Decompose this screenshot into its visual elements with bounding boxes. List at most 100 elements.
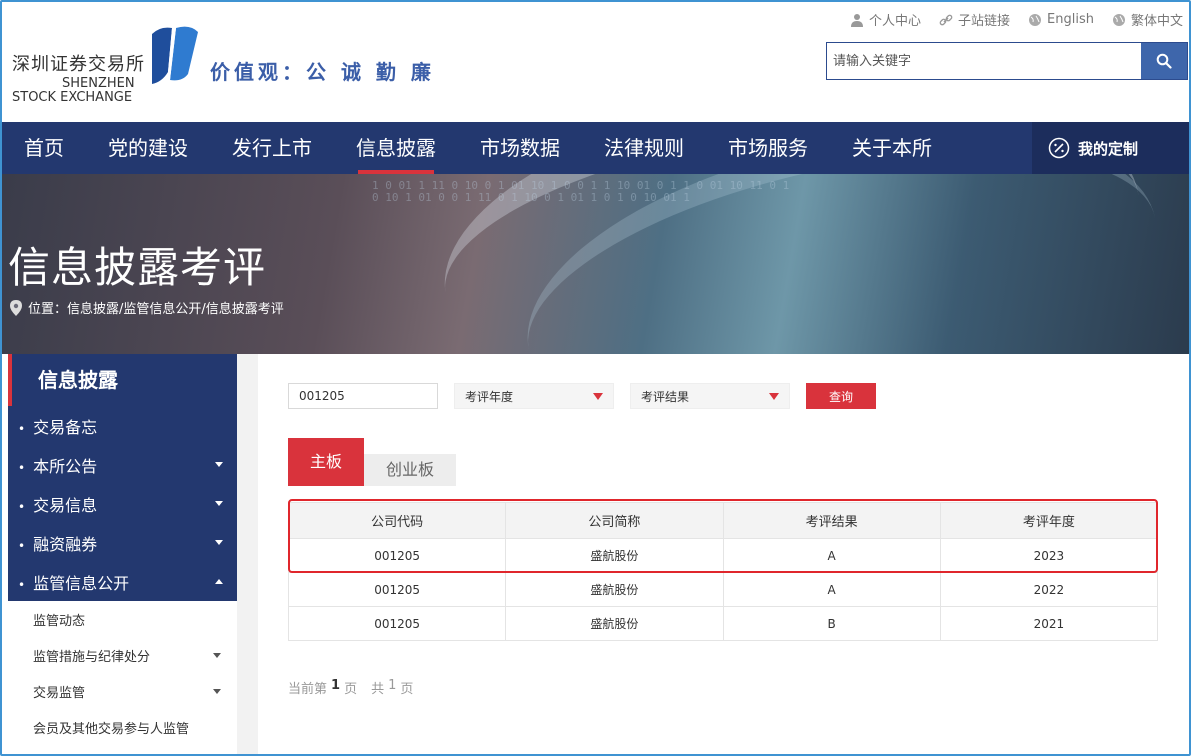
site-header: 深圳证券交易所 SHENZHEN STOCK EXCHANGE 价值观：公 诚 …	[2, 2, 1189, 122]
sidebar-item-margin-trading[interactable]: 融资融券	[8, 523, 237, 562]
nav-home[interactable]: 首页	[2, 122, 86, 174]
location-pin-icon	[10, 299, 22, 316]
company-code-input[interactable]	[288, 383, 438, 409]
result-select[interactable]: 考评结果	[630, 383, 790, 409]
nav-services[interactable]: 市场服务	[706, 122, 830, 174]
pager-total-pages: 1	[388, 678, 397, 693]
sidebar-item-label: 本所公告	[18, 453, 97, 477]
table-cell: 盛航股份	[505, 572, 724, 607]
chevron-down-icon	[215, 462, 223, 467]
my-custom-label: 我的定制	[1078, 139, 1139, 158]
pager-total-prefix: 共	[371, 682, 385, 697]
szse-logo[interactable]: 深圳证券交易所 SHENZHEN STOCK EXCHANGE	[12, 24, 202, 105]
table-cell: B	[722, 606, 941, 641]
table-cell: 001205	[287, 572, 507, 607]
logo-emblem-icon	[152, 26, 198, 85]
browser-frame: 深圳证券交易所 SHENZHEN STOCK EXCHANGE 价值观：公 诚 …	[0, 0, 1191, 756]
chevron-down-icon	[213, 688, 221, 694]
sidebar-item-regulatory-info[interactable]: 监管信息公开	[8, 562, 237, 601]
sidebar-item-trading-memo[interactable]: 交易备忘	[8, 406, 237, 445]
link-english[interactable]: English	[1028, 10, 1094, 29]
pager-current-page: 1	[331, 678, 341, 693]
table-cell: 2023	[939, 538, 1159, 573]
tab-chinext[interactable]: 创业板	[364, 454, 457, 486]
column-header: 考评年度	[939, 502, 1159, 539]
search-button[interactable]	[1141, 43, 1187, 79]
link-personal-center[interactable]: 个人中心	[850, 10, 921, 29]
main-nav: 首页 党的建设 发行上市 信息披露 市场数据 法律规则 市场服务 关于本所 我的…	[2, 122, 1189, 174]
link-personal-center-label: 个人中心	[869, 14, 922, 29]
breadcrumb-text[interactable]: 位置：信息披露/监管信息公开/信息披露考评	[28, 298, 284, 317]
table-row: 001205 盛航股份 B 2021	[287, 606, 1159, 641]
sidebar-subitem-regulatory-news[interactable]: 监管动态	[8, 601, 237, 637]
sidebar-item-trading-info[interactable]: 交易信息	[8, 484, 237, 523]
query-button[interactable]: 查询	[806, 383, 876, 409]
link-traditional-chinese[interactable]: 繁体中文	[1112, 10, 1183, 29]
link-traditional-chinese-label: 繁体中文	[1130, 14, 1183, 29]
pager-total-suffix: 页	[400, 682, 414, 697]
customize-icon	[1048, 137, 1070, 159]
sidebar-item-label: 交易备忘	[18, 414, 97, 438]
year-select-value: 考评年度	[465, 389, 514, 404]
board-tabs: 主板 创业板	[288, 438, 457, 486]
nav-listing[interactable]: 发行上市	[210, 122, 334, 174]
sidebar-subitem-label: 会员及其他交易参与人监管	[33, 721, 190, 737]
banner-digits-decoration: 1 0 01 1 11 0 10 0 1 01 10 1 0 0 1 1 10 …	[372, 179, 790, 204]
chevron-down-icon	[215, 540, 223, 545]
column-header: 公司代码	[287, 502, 507, 539]
sidebar-subitem-label: 交易监管	[33, 685, 86, 701]
sidebar-subitem-trading-supervision[interactable]: 交易监管	[8, 673, 237, 709]
nav-disclosure[interactable]: 信息披露	[334, 122, 458, 174]
sidebar-item-label: 融资融券	[18, 531, 97, 555]
pager-page-word: 页	[344, 682, 358, 697]
site-search	[826, 42, 1188, 80]
nav-rules[interactable]: 法律规则	[582, 122, 706, 174]
my-custom-button[interactable]: 我的定制	[1032, 122, 1189, 174]
table-cell: 2021	[939, 606, 1159, 641]
tab-main-board[interactable]: 主板	[288, 438, 365, 486]
sidebar-subitem-measures-discipline[interactable]: 监管措施与纪律处分	[8, 637, 237, 673]
table-cell: A	[722, 572, 941, 607]
table-header-row: 公司代码 公司简称 考评结果 考评年度	[287, 502, 1159, 539]
table-cell: 盛航股份	[505, 538, 724, 573]
link-english-label: English	[1047, 12, 1094, 27]
link-subsites-label: 子站链接	[958, 14, 1011, 29]
logo-chinese-name: 深圳证券交易所	[12, 54, 145, 75]
filter-bar: 考评年度 考评结果 查询	[288, 383, 876, 409]
breadcrumb: 位置：信息披露/监管信息公开/信息披露考评	[10, 298, 284, 317]
user-icon	[851, 13, 863, 27]
table-cell: A	[722, 538, 941, 573]
dropdown-arrow-icon	[593, 392, 603, 400]
link-subsites[interactable]: 子站链接	[939, 10, 1010, 29]
page-title: 信息披露考评	[8, 243, 267, 292]
nav-about[interactable]: 关于本所	[830, 122, 954, 174]
chevron-down-icon	[213, 652, 221, 658]
nav-party-building[interactable]: 党的建设	[86, 122, 210, 174]
sidebar-subitem-label: 监管措施与纪律处分	[33, 649, 151, 665]
search-input[interactable]	[827, 43, 1141, 79]
globe-icon	[1029, 13, 1042, 26]
chevron-down-icon	[215, 501, 223, 506]
sidebar-subitem-label: 监管动态	[33, 613, 86, 629]
sidebar-item-label: 交易信息	[18, 492, 97, 516]
globe-icon	[1112, 13, 1125, 26]
slogan: 价值观：公 诚 勤 廉	[210, 60, 435, 84]
sidebar-item-announcements[interactable]: 本所公告	[8, 445, 237, 484]
page-banner: 1 0 01 1 11 0 10 0 1 01 10 1 0 0 1 1 10 …	[2, 174, 1189, 354]
evaluation-table: 公司代码 公司简称 考评结果 考评年度 001205 盛航股份 A 2023 0…	[287, 502, 1159, 641]
sidebar: 信息披露 交易备忘 本所公告 交易信息 融资融券 监管信息公开 监	[8, 354, 237, 754]
table-row: 001205 盛航股份 A 2022	[287, 572, 1159, 607]
sidebar-group: 交易备忘 本所公告 交易信息 融资融券 监管信息公开	[8, 406, 237, 601]
year-select[interactable]: 考评年度	[454, 383, 614, 409]
chevron-up-icon	[215, 579, 223, 584]
column-header: 考评结果	[722, 502, 941, 539]
logo-english-line2: STOCK EXCHANGE	[12, 90, 133, 105]
search-icon	[1156, 53, 1172, 69]
table-row: 001205 盛航股份 A 2023	[287, 538, 1159, 573]
logo-english-line1: SHENZHEN	[62, 76, 135, 91]
pagination: 当前第 1 页 共 1 页	[288, 678, 413, 697]
sidebar-item-label: 监管信息公开	[18, 570, 129, 594]
sidebar-subitem-member-supervision[interactable]: 会员及其他交易参与人监管	[8, 709, 237, 745]
nav-market-data[interactable]: 市场数据	[458, 122, 582, 174]
main-content: 考评年度 考评结果 查询 主板 创业板 公司代码 公司简称 考评结果 考评年度	[258, 354, 1189, 754]
